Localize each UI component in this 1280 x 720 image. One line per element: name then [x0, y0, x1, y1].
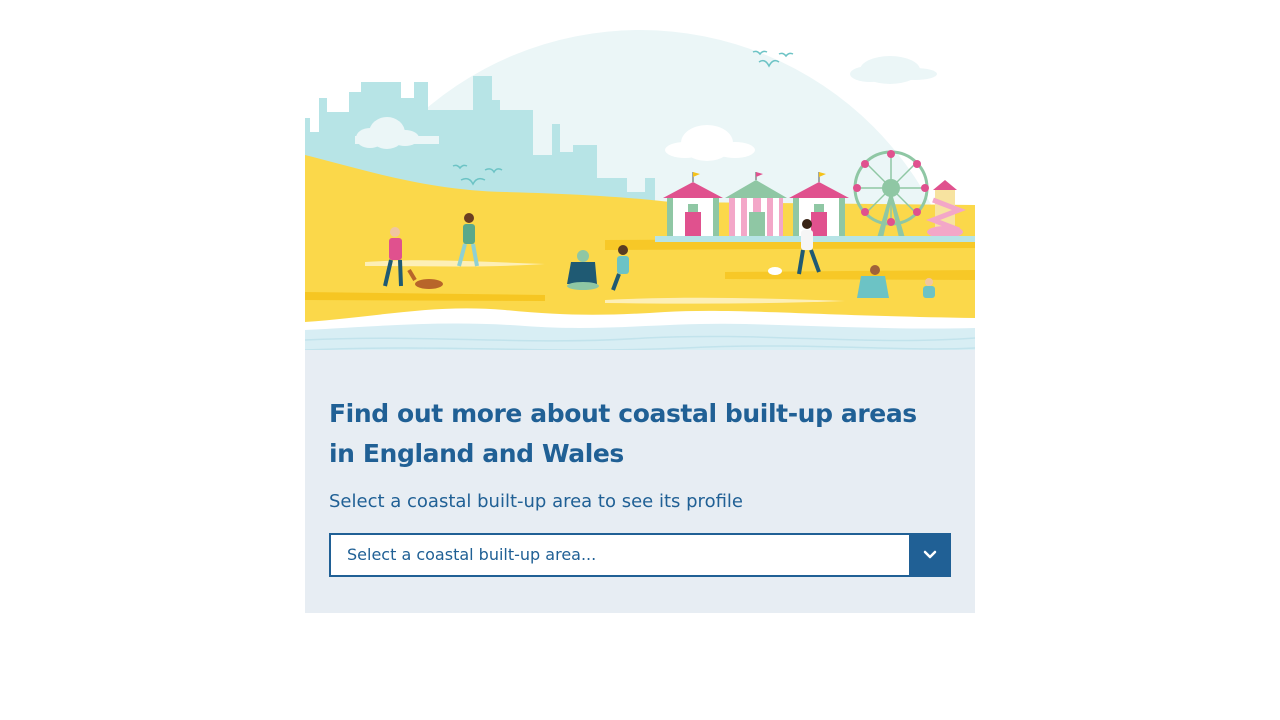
- area-select-toggle-button[interactable]: [909, 533, 951, 577]
- page-subtitle: Select a coastal built-up area to see it…: [329, 491, 743, 512]
- area-select[interactable]: Select a coastal built-up area...: [329, 533, 951, 577]
- area-select-field[interactable]: Select a coastal built-up area...: [329, 533, 909, 577]
- area-select-value: Select a coastal built-up area...: [347, 545, 597, 564]
- chevron-down-icon: [923, 550, 937, 559]
- coastal-area-card: Find out more about coastal built-up are…: [305, 0, 975, 613]
- page-title: Find out more about coastal built-up are…: [329, 399, 917, 468]
- selection-panel: Find out more about coastal built-up are…: [305, 350, 975, 613]
- coastal-beach-illustration: [305, 0, 975, 360]
